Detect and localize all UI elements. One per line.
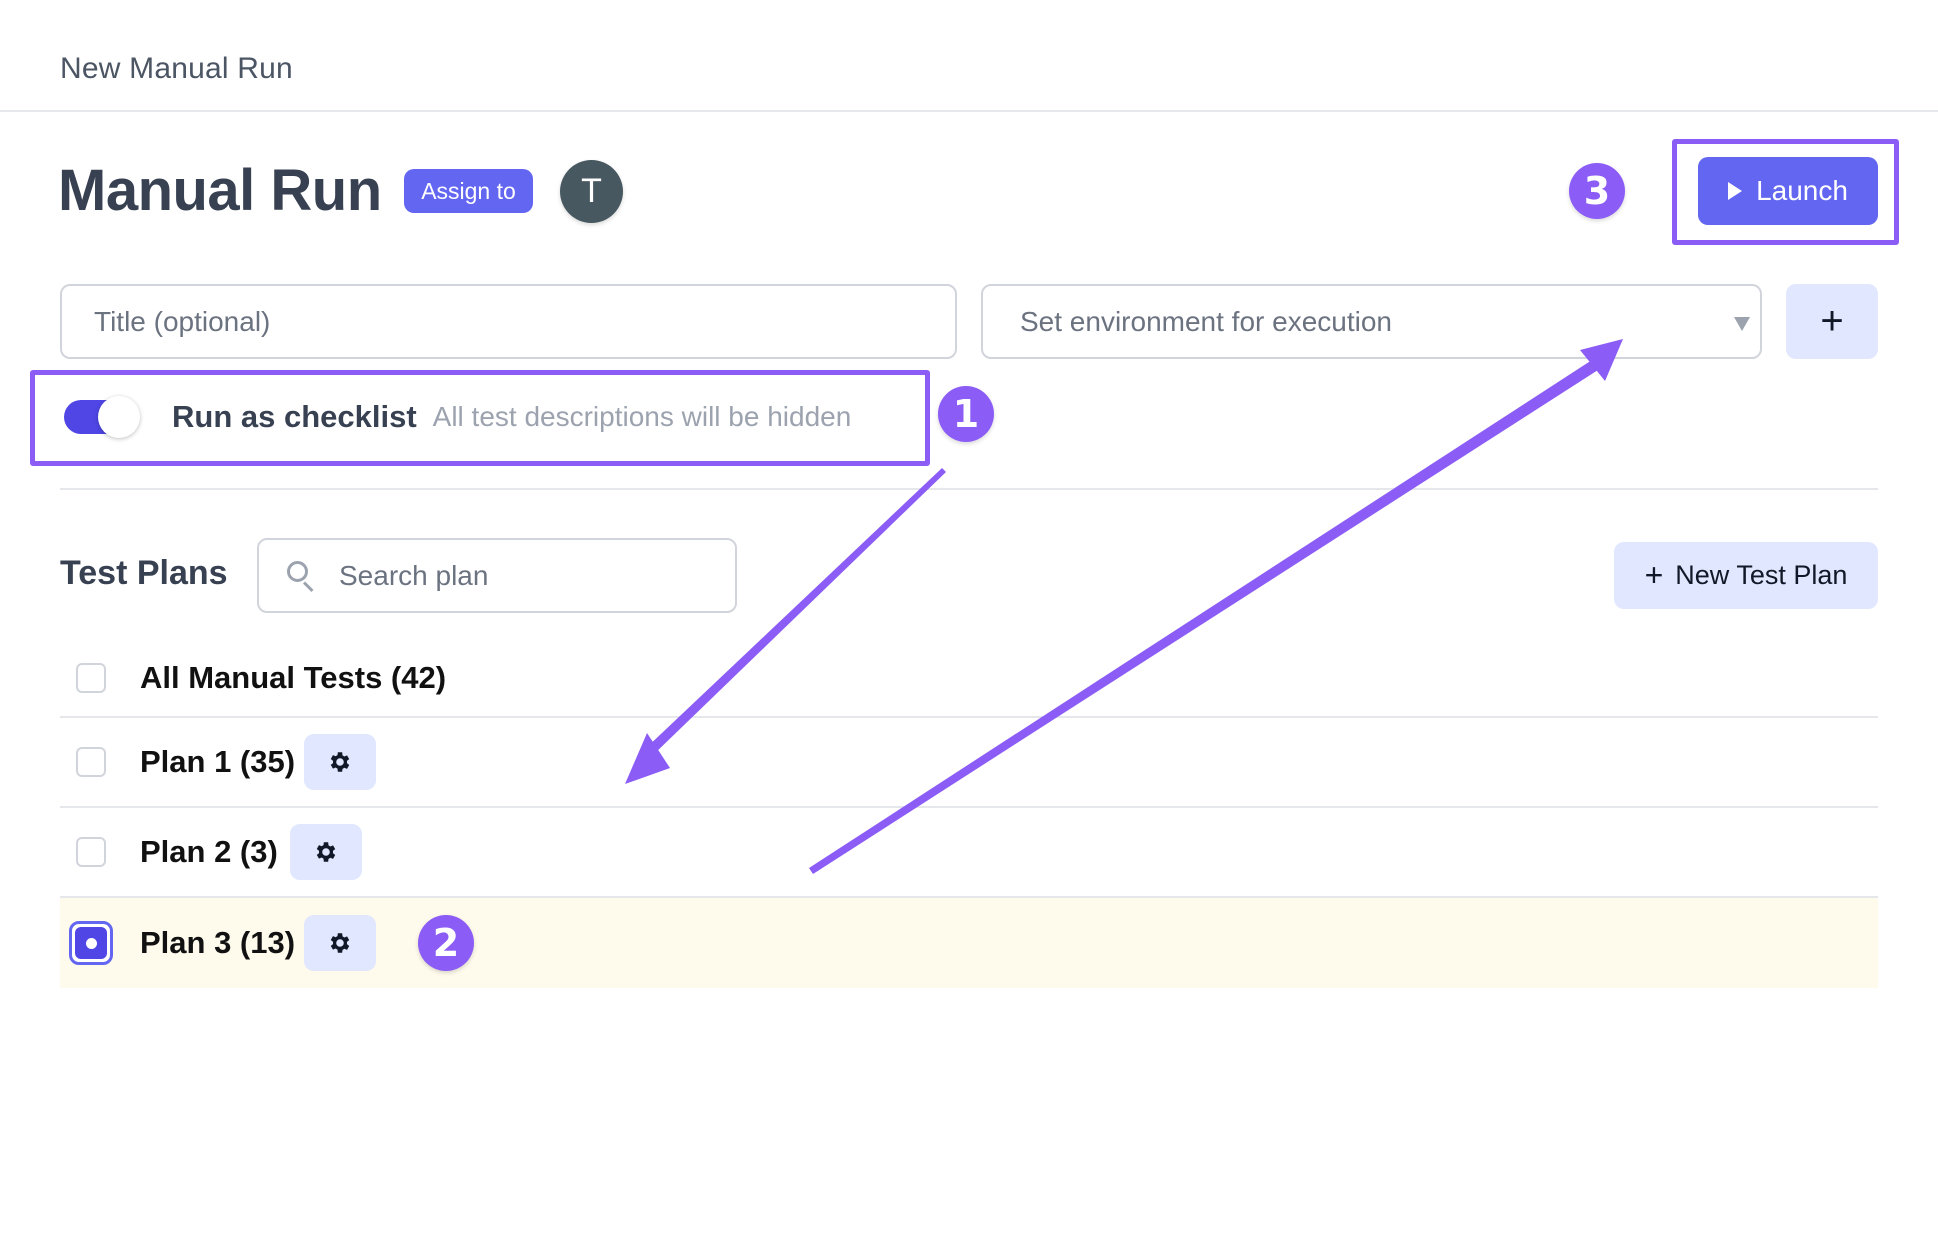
search-plan-input[interactable]: [339, 559, 699, 592]
environment-select[interactable]: Set environment for execution: [981, 284, 1762, 359]
title-input[interactable]: [94, 305, 955, 338]
environment-select-placeholder: Set environment for execution: [1020, 305, 1392, 337]
search-icon: [287, 560, 317, 592]
plan-name: Plan 2 (3): [140, 834, 278, 869]
test-plan-list: All Manual Tests (42) Plan 1 (35) Plan 2…: [60, 640, 1878, 988]
run-as-checklist-toggle[interactable]: [60, 396, 140, 438]
plus-icon: +: [1644, 557, 1664, 593]
run-as-checklist-row: Run as checklist All test descriptions w…: [60, 385, 851, 449]
annotation-badge-1: 1: [938, 386, 994, 442]
plan-settings-button[interactable]: [290, 824, 362, 880]
launch-button[interactable]: Launch: [1698, 157, 1878, 225]
section-divider: [60, 488, 1878, 490]
plan-checkbox-checked[interactable]: [69, 921, 113, 965]
plan-name: All Manual Tests (42): [140, 660, 447, 695]
test-plans-heading: Test Plans: [60, 554, 228, 592]
play-icon: [1728, 182, 1743, 200]
new-test-plan-button[interactable]: + New Test Plan: [1614, 542, 1878, 609]
plan-name: Plan 3 (13): [140, 925, 296, 960]
gear-icon: [330, 933, 350, 953]
gear-icon: [330, 752, 350, 772]
add-environment-button[interactable]: +: [1786, 284, 1878, 359]
launch-label: Launch: [1756, 175, 1848, 206]
toggle-knob: [98, 396, 140, 438]
assignee-avatar[interactable]: T: [560, 160, 623, 223]
title-field-wrapper: [60, 284, 957, 359]
gear-icon: [316, 842, 336, 862]
plan-row-plan-2[interactable]: Plan 2 (3): [60, 808, 1878, 898]
plan-checkbox[interactable]: [76, 663, 106, 693]
checklist-hint: All test descriptions will be hidden: [432, 401, 852, 432]
plan-row-plan-3[interactable]: Plan 3 (13): [60, 898, 1878, 988]
chevron-down-icon: [1734, 317, 1750, 331]
plan-settings-button[interactable]: [304, 734, 376, 790]
search-plan-field: [257, 538, 737, 613]
plan-checkbox[interactable]: [76, 747, 106, 777]
new-test-plan-label: New Test Plan: [1675, 560, 1848, 590]
plan-row-plan-1[interactable]: Plan 1 (35): [60, 718, 1878, 808]
header-title: New Manual Run: [60, 52, 293, 85]
plan-name: Plan 1 (35): [140, 744, 296, 779]
plan-checkbox[interactable]: [76, 837, 106, 867]
page-header: New Manual Run: [0, 0, 1938, 112]
annotation-badge-2: 2: [418, 915, 474, 971]
plan-settings-button[interactable]: [304, 915, 376, 971]
page-title: Manual Run: [58, 158, 382, 223]
plan-row-all-manual-tests[interactable]: All Manual Tests (42): [60, 640, 1878, 718]
assign-to-button[interactable]: Assign to: [404, 169, 533, 213]
checklist-label: Run as checklist: [172, 399, 417, 434]
annotation-badge-3: 3: [1569, 163, 1625, 219]
